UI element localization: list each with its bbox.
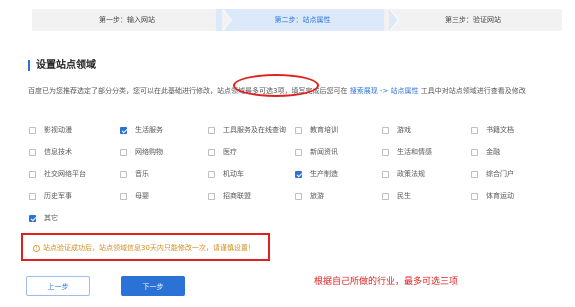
step-1-label: 第一步：输入网站 [99, 16, 155, 24]
checkbox-label: 新闻资讯 [310, 148, 338, 156]
checkbox-label: 信息技术 [44, 148, 72, 156]
checkbox[interactable] [382, 170, 389, 178]
category-checkbox-item[interactable]: 旅游 [295, 190, 324, 202]
checkbox[interactable] [120, 126, 127, 134]
checkbox-label: 其它 [44, 214, 58, 222]
checkbox-label: 影视动漫 [44, 126, 72, 134]
category-checkbox-item[interactable]: 工具服务及在线查询 [208, 124, 286, 136]
category-checkbox-item[interactable]: 新闻资讯 [295, 146, 338, 158]
step-2-label: 第二步：站点属性 [274, 16, 331, 24]
step-3-label: 第三步：验证网站 [445, 16, 501, 24]
checkbox[interactable] [382, 126, 389, 134]
category-checkbox-item[interactable]: 影视动漫 [29, 124, 72, 136]
highlight-ellipse [233, 74, 319, 97]
category-checkbox-item[interactable]: 母婴 [120, 190, 149, 202]
category-checkbox-item[interactable]: 教育培训 [295, 124, 338, 136]
checkbox-label: 招商联盟 [223, 192, 251, 200]
annotation-text: 根据自己所做的行业，最多可选三项 [314, 277, 459, 287]
checkbox[interactable] [29, 214, 36, 222]
category-checkbox-item[interactable]: 历史军事 [29, 190, 72, 202]
checkbox[interactable] [382, 148, 389, 156]
checkbox[interactable] [208, 148, 215, 156]
checkbox-label: 音乐 [135, 170, 149, 178]
category-checkbox-item[interactable]: 信息技术 [29, 146, 72, 158]
checkbox-label: 游戏 [397, 126, 411, 134]
checkbox-label: 体育运动 [486, 192, 514, 200]
step-1: 第一步：输入网站 [32, 9, 222, 31]
prev-step-button[interactable]: 上一步 [26, 276, 90, 296]
checkbox-label: 生产制造 [310, 170, 338, 178]
category-checkbox-item[interactable]: 其它 [29, 212, 58, 224]
notice-content: ! 站点验证成功后，站点领域信息30天内只能修改一次，请谨慎设置！ [33, 243, 255, 253]
step-arrow [389, 9, 398, 31]
category-checkbox-item[interactable]: 政策法规 [382, 168, 425, 180]
checkbox[interactable] [295, 170, 302, 178]
category-checkbox-item[interactable]: 金融 [471, 146, 500, 158]
checkbox[interactable] [295, 126, 302, 134]
checkbox-label: 生活和情感 [397, 148, 432, 156]
checkbox[interactable] [295, 192, 302, 200]
category-checkbox-item[interactable]: 生活服务 [120, 124, 163, 136]
category-checkbox-item[interactable]: 生活和情感 [382, 146, 432, 158]
checkbox-label: 生活服务 [135, 126, 163, 134]
checkbox[interactable] [29, 126, 36, 134]
next-step-button[interactable]: 下一步 [121, 276, 185, 296]
checkbox[interactable] [29, 148, 36, 156]
step-progress: 第一步：输入网站 第二步：站点属性 第三步：验证网站 [32, 9, 562, 31]
checkbox[interactable] [471, 170, 478, 178]
category-checkbox-item[interactable]: 社交网络平台 [29, 168, 86, 180]
category-checkbox-item[interactable]: 体育运动 [471, 190, 514, 202]
checkbox[interactable] [120, 148, 127, 156]
step-2: 第二步：站点属性 [216, 9, 389, 31]
checkbox-label: 母婴 [135, 192, 149, 200]
category-checkbox-item[interactable]: 机动车 [208, 168, 244, 180]
checkbox[interactable] [471, 192, 478, 200]
category-checkbox-item[interactable]: 游戏 [382, 124, 411, 136]
category-checkbox-item[interactable]: 网络购物 [120, 146, 163, 158]
checkbox-label: 民生 [397, 192, 411, 200]
checkbox[interactable] [382, 192, 389, 200]
notice-text: 站点验证成功后，站点领域信息30天内只能修改一次，请谨慎设置！ [43, 244, 255, 252]
checkbox-label: 金融 [486, 148, 500, 156]
checkbox[interactable] [120, 170, 127, 178]
category-checkbox-item[interactable]: 音乐 [120, 168, 149, 180]
category-checkbox-item[interactable]: 医疗 [208, 146, 237, 158]
step-arrow [222, 9, 231, 31]
checkbox-label: 政策法规 [397, 170, 425, 178]
checkbox[interactable] [295, 148, 302, 156]
site-attribute-link[interactable]: 搜索展现 -> 站点属性 [350, 87, 419, 95]
checkbox-label: 综合门户 [486, 170, 514, 178]
step-3: 第三步：验证网站 [384, 9, 562, 31]
checkbox-label: 网络购物 [135, 148, 163, 156]
description-text: 百度已为您推荐选定了部分分类，您可以在此基础进行修改， [28, 87, 217, 95]
checkbox[interactable] [208, 126, 215, 134]
checkbox-label: 书籍文档 [486, 126, 514, 134]
checkbox-label: 工具服务及在线查询 [223, 126, 286, 134]
checkbox[interactable] [29, 170, 36, 178]
category-checkbox-item[interactable]: 生产制造 [295, 168, 338, 180]
category-checkbox-item[interactable]: 民生 [382, 190, 411, 202]
description-text-3: 工具中对站点领域进行查看及修改 [418, 87, 526, 95]
checkbox-label: 机动车 [223, 170, 244, 178]
info-icon: ! [33, 244, 40, 252]
category-checkbox-item[interactable]: 书籍文档 [471, 124, 514, 136]
checkbox-label: 医疗 [223, 148, 237, 156]
checkbox-label: 教育培训 [310, 126, 338, 134]
checkbox[interactable] [120, 192, 127, 200]
notice-box: ! 站点验证成功后，站点领域信息30天内只能修改一次，请谨慎设置！ [21, 233, 270, 261]
checkbox[interactable] [471, 126, 478, 134]
checkbox[interactable] [208, 192, 215, 200]
category-checkbox-item[interactable]: 招商联盟 [208, 190, 251, 202]
checkbox[interactable] [29, 192, 36, 200]
checkbox-label: 旅游 [310, 192, 324, 200]
checkbox-label: 社交网络平台 [44, 170, 86, 178]
checkbox[interactable] [471, 148, 478, 156]
section-title: 设置站点领域 [28, 60, 96, 71]
checkbox-label: 历史军事 [44, 192, 72, 200]
category-checkbox-item[interactable]: 综合门户 [471, 168, 514, 180]
checkbox[interactable] [208, 170, 215, 178]
